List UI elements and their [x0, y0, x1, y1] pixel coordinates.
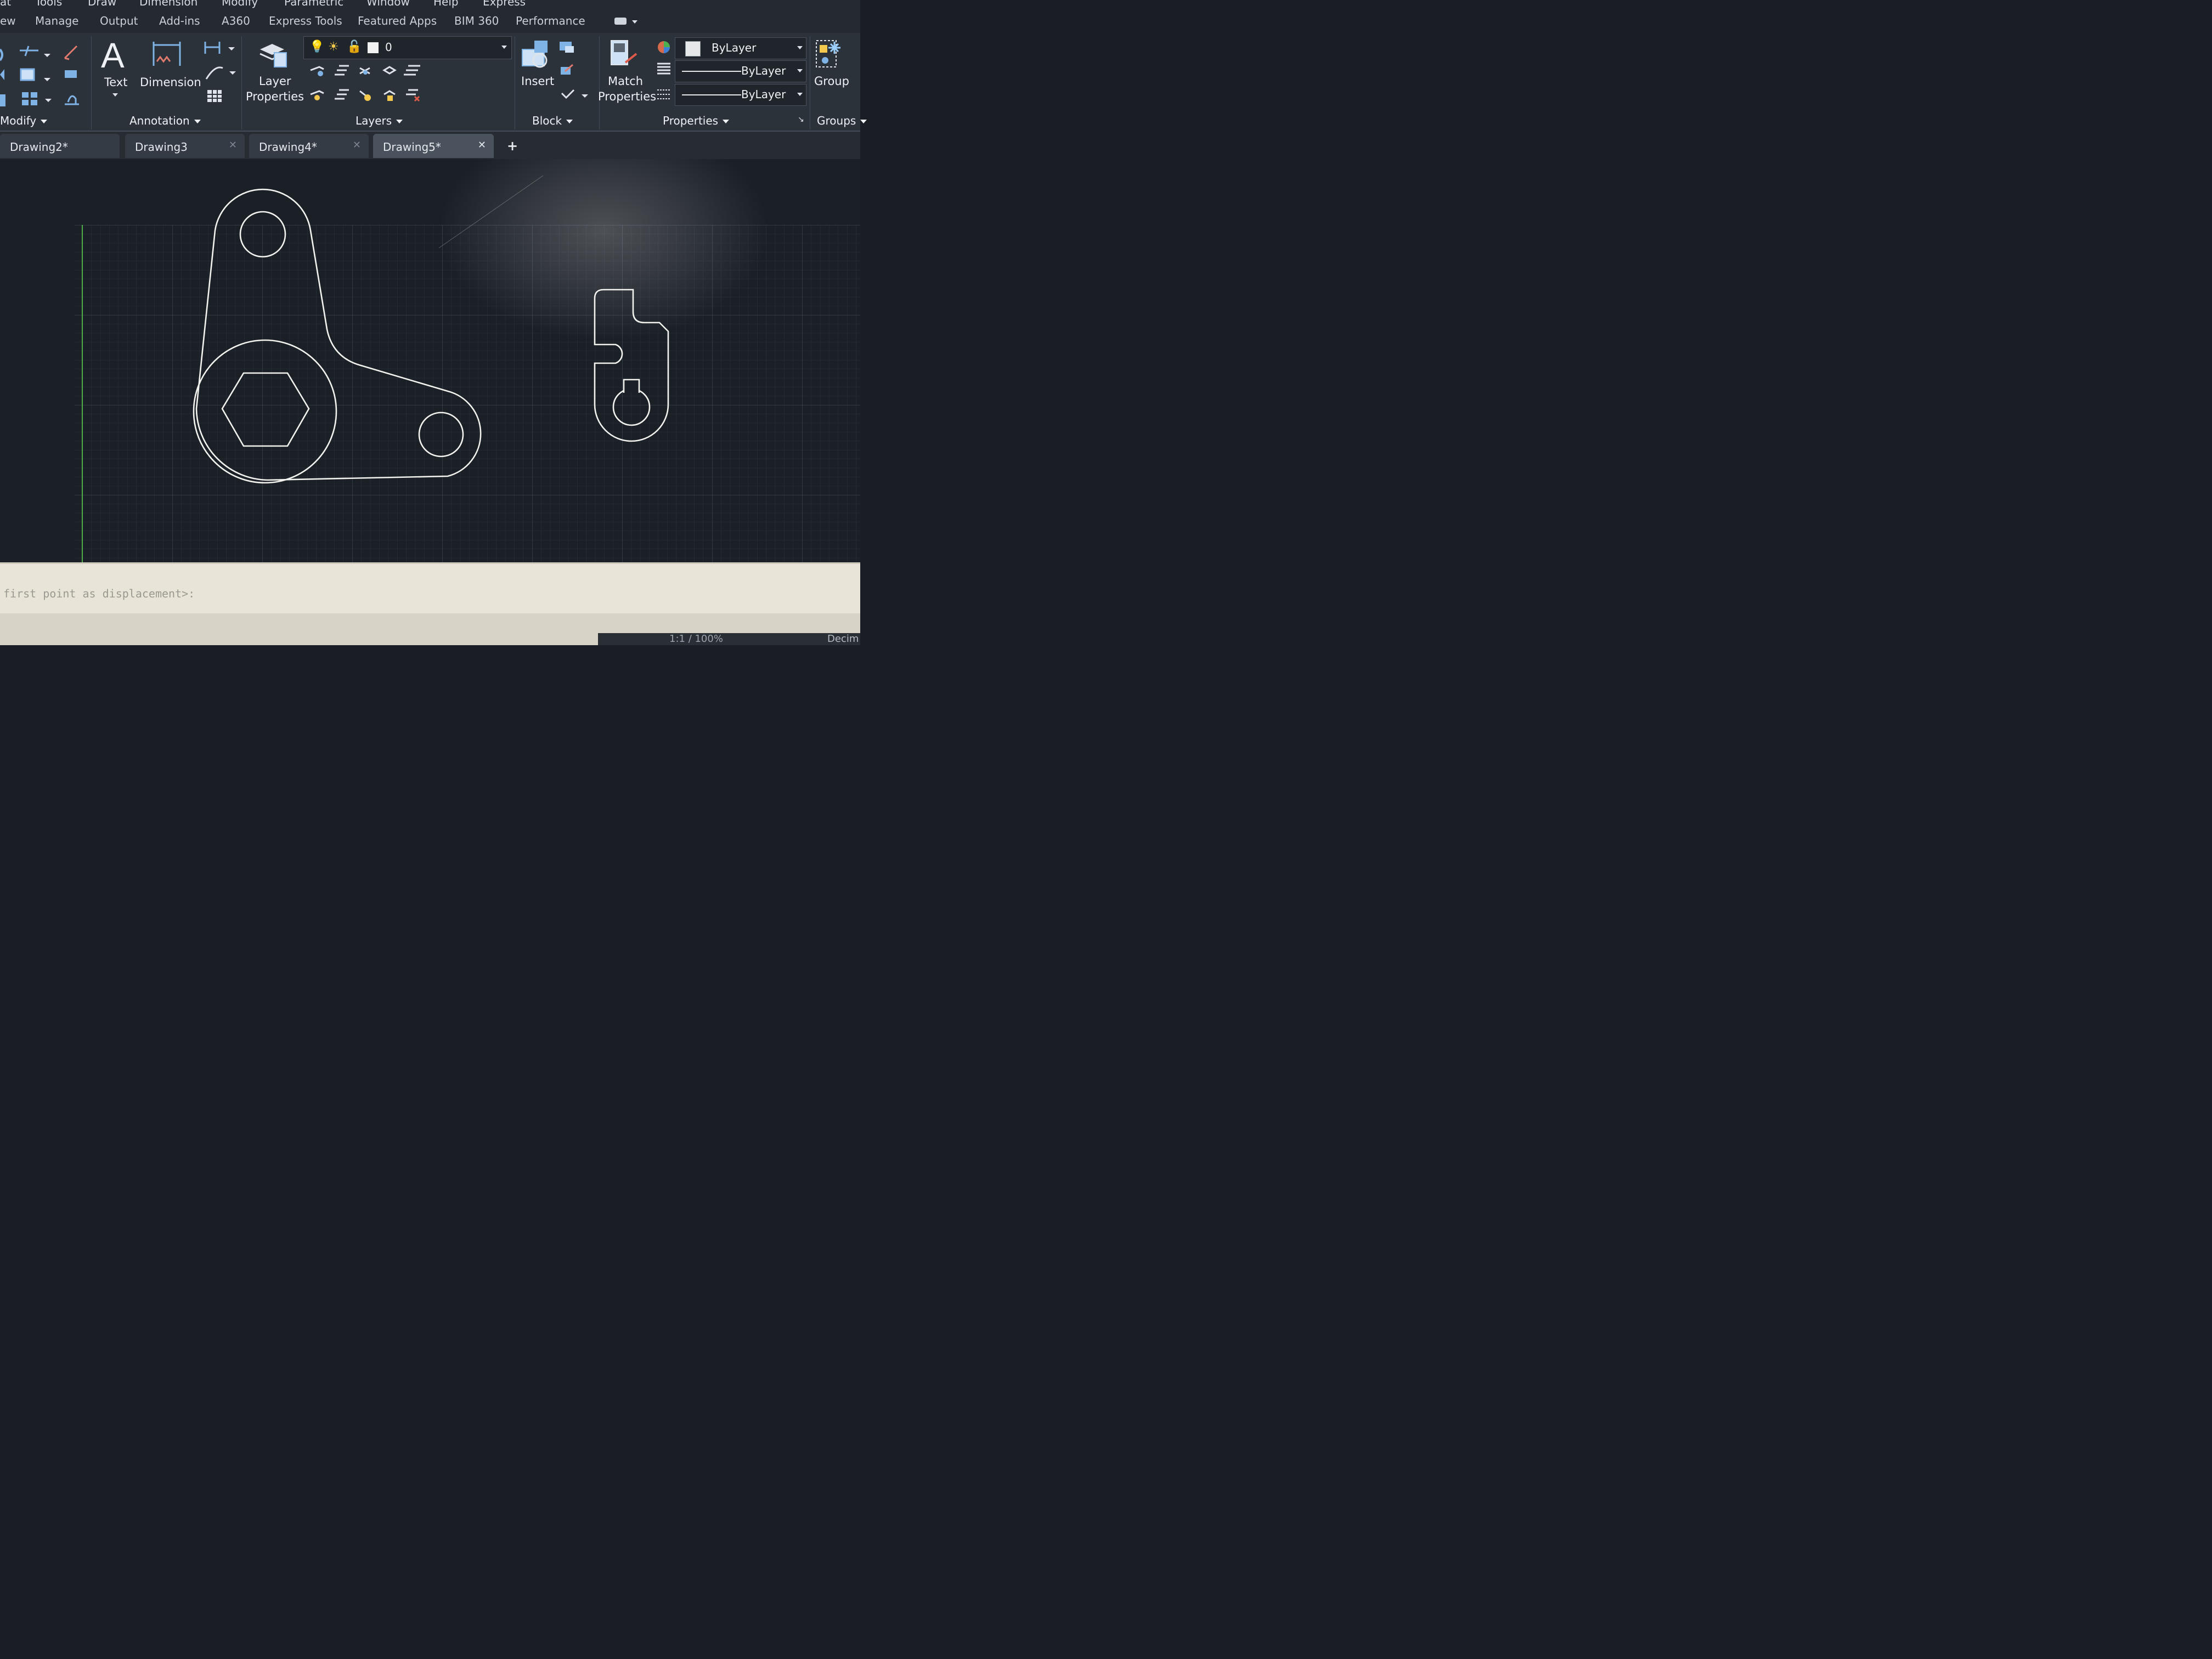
doc-tab-drawing5[interactable]: Drawing5* ✕ [373, 134, 494, 158]
match-properties-label-2[interactable]: Properties [598, 90, 656, 103]
block-tools-icons[interactable] [557, 40, 590, 105]
new-tab-button[interactable]: + [507, 138, 518, 154]
insert-icon[interactable] [520, 37, 552, 70]
annotation-tools-icons[interactable] [203, 40, 236, 105]
unlock-icon[interactable]: 🔓 [347, 40, 362, 54]
menu-parametric[interactable]: Parametric [284, 0, 343, 8]
tab-output[interactable]: Output [100, 14, 138, 27]
menu-bar: at Tools Draw Dimension Modify Parametri… [0, 0, 860, 9]
linetype-value: ByLayer [741, 64, 786, 77]
doc-tab-label: Drawing4* [259, 140, 317, 154]
panel-divider [91, 36, 92, 129]
layer-properties-label[interactable]: Layer [259, 75, 291, 88]
menu-window[interactable]: Window [366, 0, 410, 8]
menu-format[interactable]: at [0, 0, 11, 8]
doc-tab-label: Drawing5* [383, 140, 441, 154]
status-tray: 1:1 / 100% Decim [598, 633, 860, 645]
lightbulb-icon[interactable]: 💡 [309, 40, 324, 54]
doc-tab-label: Drawing2* [10, 140, 68, 154]
status-bar: 1:1 / 100% Decim [0, 613, 860, 645]
layer-properties-label-2[interactable]: Properties [246, 90, 304, 103]
chevron-down-icon[interactable] [501, 46, 507, 49]
layer-properties-icon[interactable] [258, 36, 289, 69]
text-button[interactable]: Text [104, 76, 127, 89]
workspace-toggle-icon[interactable] [614, 18, 627, 25]
tab-manage[interactable]: Manage [35, 14, 78, 27]
dimension-icon[interactable] [151, 40, 182, 72]
sun-icon[interactable]: ☀ [328, 40, 339, 54]
command-line[interactable]: first point as displacement>: [0, 562, 860, 615]
close-icon[interactable]: ✕ [229, 139, 237, 151]
text-icon[interactable]: A [101, 35, 125, 76]
layers-panel-title[interactable]: Layers [356, 114, 403, 127]
groups-panel-title[interactable]: Groups [817, 114, 867, 127]
chevron-down-icon[interactable] [112, 93, 118, 97]
dimension-button[interactable]: Dimension [140, 76, 201, 89]
block-panel-title[interactable]: Block [532, 114, 573, 127]
menu-dimension[interactable]: Dimension [139, 0, 198, 8]
panel-divider [599, 36, 600, 129]
menu-tools[interactable]: Tools [35, 0, 62, 8]
properties-panel-title[interactable]: Properties [663, 114, 730, 127]
current-layer-name: 0 [385, 41, 392, 54]
tab-a360[interactable]: A360 [222, 14, 250, 27]
menu-help[interactable]: Help [433, 0, 459, 8]
tab-add-ins[interactable]: Add-ins [159, 14, 200, 27]
match-properties-label[interactable]: Match [608, 75, 643, 88]
units-indicator[interactable]: Decim [827, 633, 859, 645]
group-icon[interactable] [814, 38, 845, 71]
close-icon[interactable]: ✕ [478, 139, 486, 151]
panel-launcher-icon[interactable]: ↘ [798, 115, 804, 124]
color-value: ByLayer [712, 41, 757, 54]
layer-tools-icons[interactable] [307, 63, 425, 109]
property-type-icons [657, 41, 670, 99]
modify-tools-icons[interactable] [0, 42, 82, 108]
model-space[interactable] [0, 159, 860, 562]
lineweight-dropdown[interactable]: ByLayer [675, 84, 806, 106]
doc-tab-label: Drawing3 [135, 140, 188, 154]
color-swatch-icon [685, 41, 701, 57]
linetype-dropdown[interactable]: ByLayer [675, 60, 806, 82]
group-button[interactable]: Group [814, 75, 849, 88]
lineweight-value: ByLayer [741, 88, 786, 101]
insert-button[interactable]: Insert [521, 75, 554, 88]
tab-view[interactable]: ew [0, 14, 16, 27]
chevron-down-icon[interactable] [797, 69, 803, 72]
document-tabs: Drawing2* Drawing3 ✕ Drawing4* ✕ Drawing… [0, 132, 860, 159]
color-dropdown[interactable]: ByLayer [675, 37, 806, 59]
chevron-down-icon[interactable] [632, 20, 637, 24]
menu-draw[interactable]: Draw [88, 0, 116, 8]
tab-featured-apps[interactable]: Featured Apps [358, 14, 437, 27]
ribbon: Modify A Text Dimension Annotation Layer [0, 33, 867, 132]
match-properties-icon[interactable] [609, 38, 640, 71]
command-prompt: first point as displacement>: [3, 587, 195, 600]
modify-panel-title[interactable]: Modify [0, 114, 48, 127]
doc-tab-drawing2[interactable]: Drawing2* [0, 134, 120, 158]
tab-bim-360[interactable]: BIM 360 [454, 14, 499, 27]
chevron-down-icon[interactable] [797, 46, 803, 49]
tab-express-tools[interactable]: Express Tools [269, 14, 342, 27]
linetype-preview [682, 71, 741, 72]
annotation-scale[interactable]: 1:1 / 100% [669, 633, 723, 645]
close-icon[interactable]: ✕ [353, 139, 361, 151]
panel-divider [241, 36, 242, 129]
color-swatch-icon [368, 42, 379, 53]
tab-performance[interactable]: Performance [516, 14, 585, 27]
annotation-panel-title[interactable]: Annotation [129, 114, 201, 127]
drawing-canvas[interactable] [0, 159, 860, 562]
doc-tab-drawing4[interactable]: Drawing4* ✕ [249, 134, 369, 158]
chevron-down-icon[interactable] [797, 93, 803, 96]
doc-tab-drawing3[interactable]: Drawing3 ✕ [125, 134, 245, 158]
menu-express[interactable]: Express [483, 0, 526, 8]
ribbon-tab-row: ew Manage Output Add-ins A360 Express To… [0, 9, 860, 33]
lineweight-preview [682, 94, 741, 95]
menu-modify[interactable]: Modify [222, 0, 258, 8]
layer-dropdown[interactable]: 💡 ☀ 🔓 0 [303, 36, 512, 59]
